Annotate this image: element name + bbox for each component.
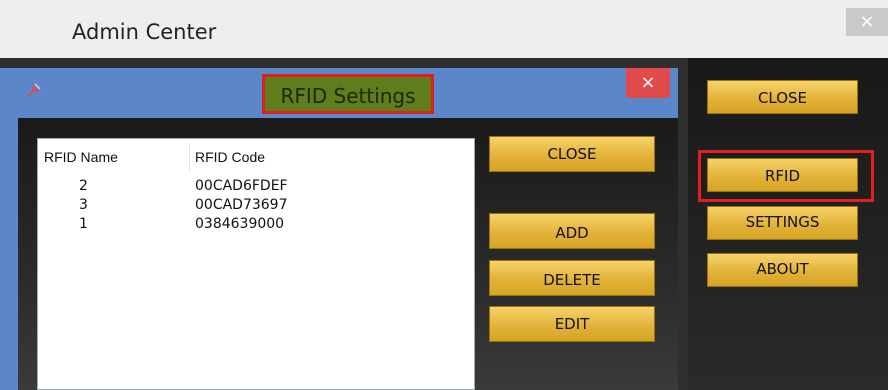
dialog-title-box: RFID Settings [262,74,434,114]
right-close-button[interactable]: CLOSE [707,80,858,114]
dialog-close-icon[interactable]: × [626,68,670,98]
delete-button[interactable]: DELETE [489,260,655,296]
column-separator [189,143,190,173]
outer-titlebar: Admin Center × [0,0,888,58]
settings-button[interactable]: SETTINGS [707,206,858,240]
dialog-title: RFID Settings [280,84,416,108]
rfid-name-cell: 3 [79,197,88,213]
about-button[interactable]: ABOUT [707,253,858,287]
rfid-name-cell: 1 [79,216,88,232]
add-button[interactable]: ADD [489,213,655,249]
rfid-code-cell: 0384639000 [195,216,285,232]
dialog-close-button[interactable]: CLOSE [489,136,655,172]
pin-icon [26,82,42,98]
column-header-rfid-code[interactable]: RFID Code [195,149,265,165]
rfid-button-highlight [698,150,874,202]
column-header-rfid-name[interactable]: RFID Name [44,149,118,165]
rfid-name-cell: 2 [79,178,88,194]
rfid-code-cell: 00CAD6FDEF [195,178,288,194]
rfid-code-cell: 00CAD73697 [195,197,288,213]
rfid-table[interactable]: RFID Name RFID Code 2 00CAD6FDEF 3 00CAD… [37,138,475,390]
edit-button[interactable]: EDIT [489,306,655,342]
outer-close-icon[interactable]: × [846,8,888,36]
outer-window-title: Admin Center [72,20,217,44]
